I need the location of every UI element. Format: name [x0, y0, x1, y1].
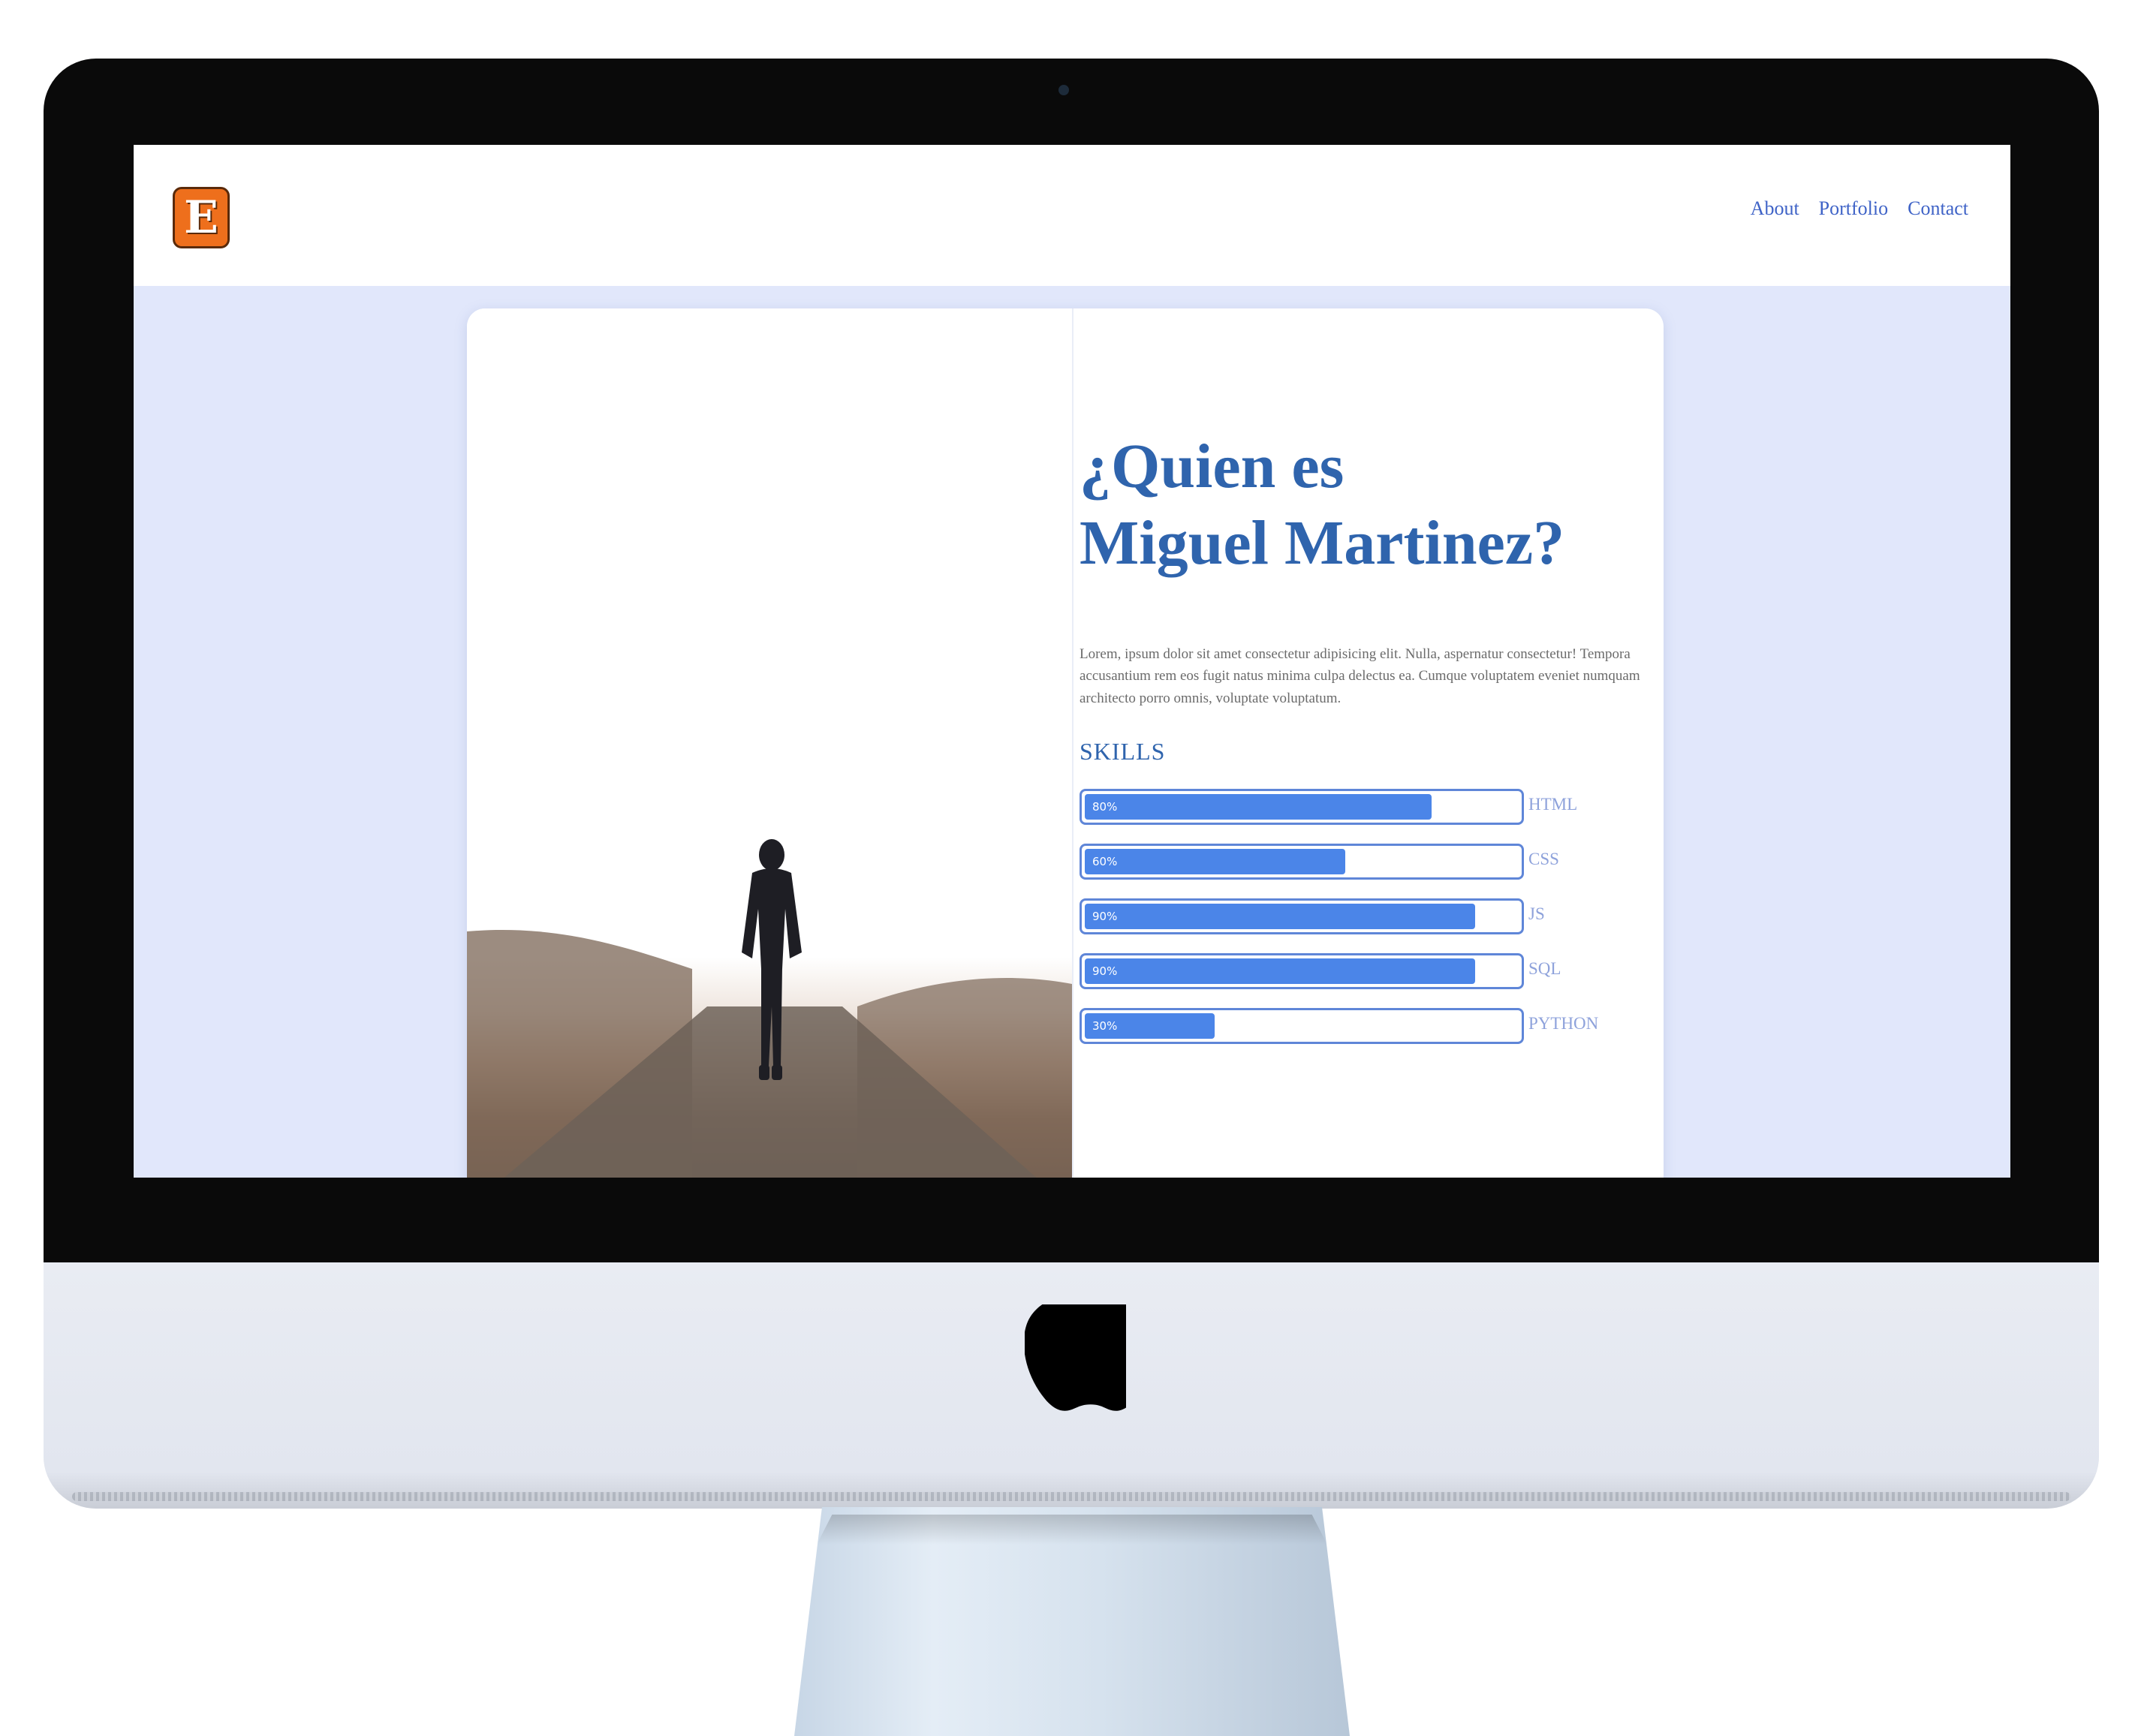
- skill-name: SQL: [1528, 959, 1561, 978]
- skill-row-css: 60% CSS: [1080, 844, 1650, 880]
- skill-bar-track: 60%: [1080, 844, 1524, 880]
- about-content: ¿Quien es Miguel Martinez? Lorem, ipsum …: [1080, 308, 1650, 1178]
- skill-percent: 60%: [1092, 855, 1118, 868]
- profile-photo: [467, 308, 1072, 1178]
- skill-row-sql: 90% SQL: [1080, 953, 1650, 989]
- skill-bar-fill: 90%: [1085, 958, 1475, 984]
- skill-name: PYTHON: [1528, 1014, 1599, 1033]
- skill-bar-fill: 90%: [1085, 904, 1475, 929]
- skill-bar-fill: 30%: [1085, 1013, 1215, 1039]
- letter-e-logo-icon[interactable]: E: [173, 187, 230, 248]
- website-screen: E About Portfolio Contact ¿Quien es Migu…: [134, 145, 2010, 1178]
- skill-row-python: 30% PYTHON: [1080, 1008, 1650, 1044]
- camera-icon: [1058, 85, 1069, 95]
- nav-link-about[interactable]: About: [1751, 197, 1799, 220]
- skill-bar-track: 30%: [1080, 1008, 1524, 1044]
- skill-bar-track: 90%: [1080, 898, 1524, 934]
- skill-percent: 80%: [1092, 800, 1118, 814]
- logo-letter: E: [184, 191, 218, 244]
- imac-stand-shadow: [817, 1515, 1327, 1545]
- skill-bar-track: 90%: [1080, 953, 1524, 989]
- site-header: E About Portfolio Contact: [134, 145, 2010, 286]
- title-line-1: ¿Quien es: [1080, 432, 1345, 501]
- nav-link-contact[interactable]: Contact: [1908, 197, 1968, 220]
- skill-percent: 90%: [1092, 964, 1118, 978]
- about-description: Lorem, ipsum dolor sit amet consectetur …: [1080, 646, 1640, 706]
- about-card: ¿Quien es Miguel Martinez? Lorem, ipsum …: [467, 308, 1664, 1178]
- skills-heading: SKILLS: [1080, 738, 1166, 765]
- skill-row-js: 90% JS: [1080, 898, 1650, 934]
- skill-bar-fill: 60%: [1085, 849, 1345, 874]
- skill-bar-track: 80%: [1080, 789, 1524, 825]
- skill-name: JS: [1528, 904, 1545, 923]
- apple-logo-icon: [1025, 1304, 1126, 1411]
- skill-percent: 90%: [1092, 910, 1118, 923]
- page-title: ¿Quien es Miguel Martinez?: [1080, 429, 1564, 582]
- skill-name: HTML: [1528, 795, 1578, 814]
- skill-percent: 30%: [1092, 1019, 1118, 1033]
- skills-list: 80% HTML 60% CSS 90% JS 90% SQL 30% PYTH…: [1080, 789, 1650, 1063]
- main-nav: About Portfolio Contact: [1751, 197, 1968, 220]
- imac-vent: [72, 1492, 2070, 1501]
- skill-bar-fill: 80%: [1085, 794, 1432, 820]
- skill-row-html: 80% HTML: [1080, 789, 1650, 825]
- title-line-2: Miguel Martinez?: [1080, 508, 1565, 579]
- nav-link-portfolio[interactable]: Portfolio: [1819, 197, 1888, 220]
- card-divider: [1072, 308, 1074, 1178]
- skill-name: CSS: [1528, 850, 1559, 868]
